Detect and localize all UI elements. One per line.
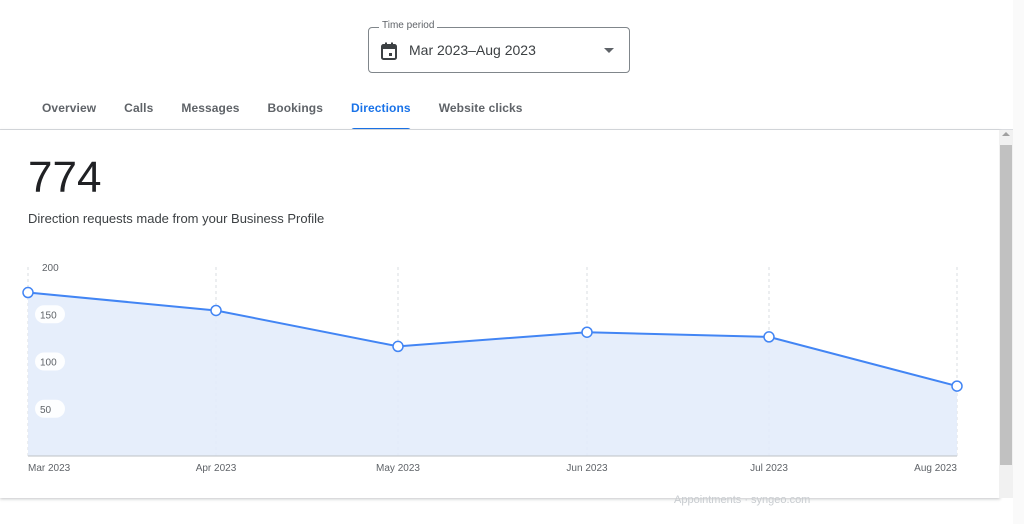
- time-period-value: Mar 2023–Aug 2023: [409, 42, 536, 58]
- x-tick-0: Mar 2023: [28, 463, 71, 474]
- data-point-5: [951, 380, 963, 392]
- x-tick-1: Apr 2023: [196, 463, 237, 474]
- data-point-4: [763, 331, 775, 343]
- x-tick-3: Jun 2023: [566, 463, 608, 474]
- tab-website-clicks[interactable]: Website clicks: [425, 93, 537, 131]
- data-point-3: [581, 326, 593, 338]
- background-hint-text: Appointments · syngeo.com: [674, 494, 811, 506]
- metric-total: 774: [28, 153, 102, 202]
- time-period-label: Time period: [379, 20, 438, 31]
- x-tick-2: May 2023: [376, 463, 420, 474]
- scrollbar-thumb[interactable]: [1000, 145, 1012, 465]
- y-tick-100: 100: [40, 358, 57, 369]
- x-tick-5: Aug 2023: [914, 463, 957, 474]
- tab-messages[interactable]: Messages: [167, 93, 253, 131]
- metric-description: Direction requests made from your Busine…: [28, 211, 325, 226]
- tab-overview[interactable]: Overview: [28, 93, 110, 131]
- y-tick-150: 150: [40, 310, 57, 321]
- time-period-select[interactable]: Time period Mar 2023–Aug 2023: [368, 20, 630, 73]
- data-point-0: [22, 286, 34, 299]
- series-area: [28, 292, 957, 456]
- directions-chart: 50 100 150 200 Mar 2023 Apr 2023 May 2023 Jun 2…: [22, 263, 963, 474]
- data-point-2: [392, 340, 404, 353]
- x-tick-4: Jul 2023: [750, 463, 788, 474]
- metric-tabs: Overview Calls Messages Bookings Directi…: [28, 93, 537, 131]
- y-tick-200: 200: [42, 263, 59, 274]
- calendar-icon: [381, 42, 397, 60]
- background-strip: [1013, 0, 1024, 524]
- tab-calls[interactable]: Calls: [110, 93, 167, 131]
- dropdown-caret-icon: [604, 48, 614, 53]
- data-point-1: [210, 304, 222, 317]
- scroll-up-arrow-icon[interactable]: [1002, 132, 1010, 136]
- tab-directions[interactable]: Directions: [337, 93, 425, 131]
- y-tick-50: 50: [40, 405, 52, 416]
- tab-bookings[interactable]: Bookings: [254, 93, 337, 131]
